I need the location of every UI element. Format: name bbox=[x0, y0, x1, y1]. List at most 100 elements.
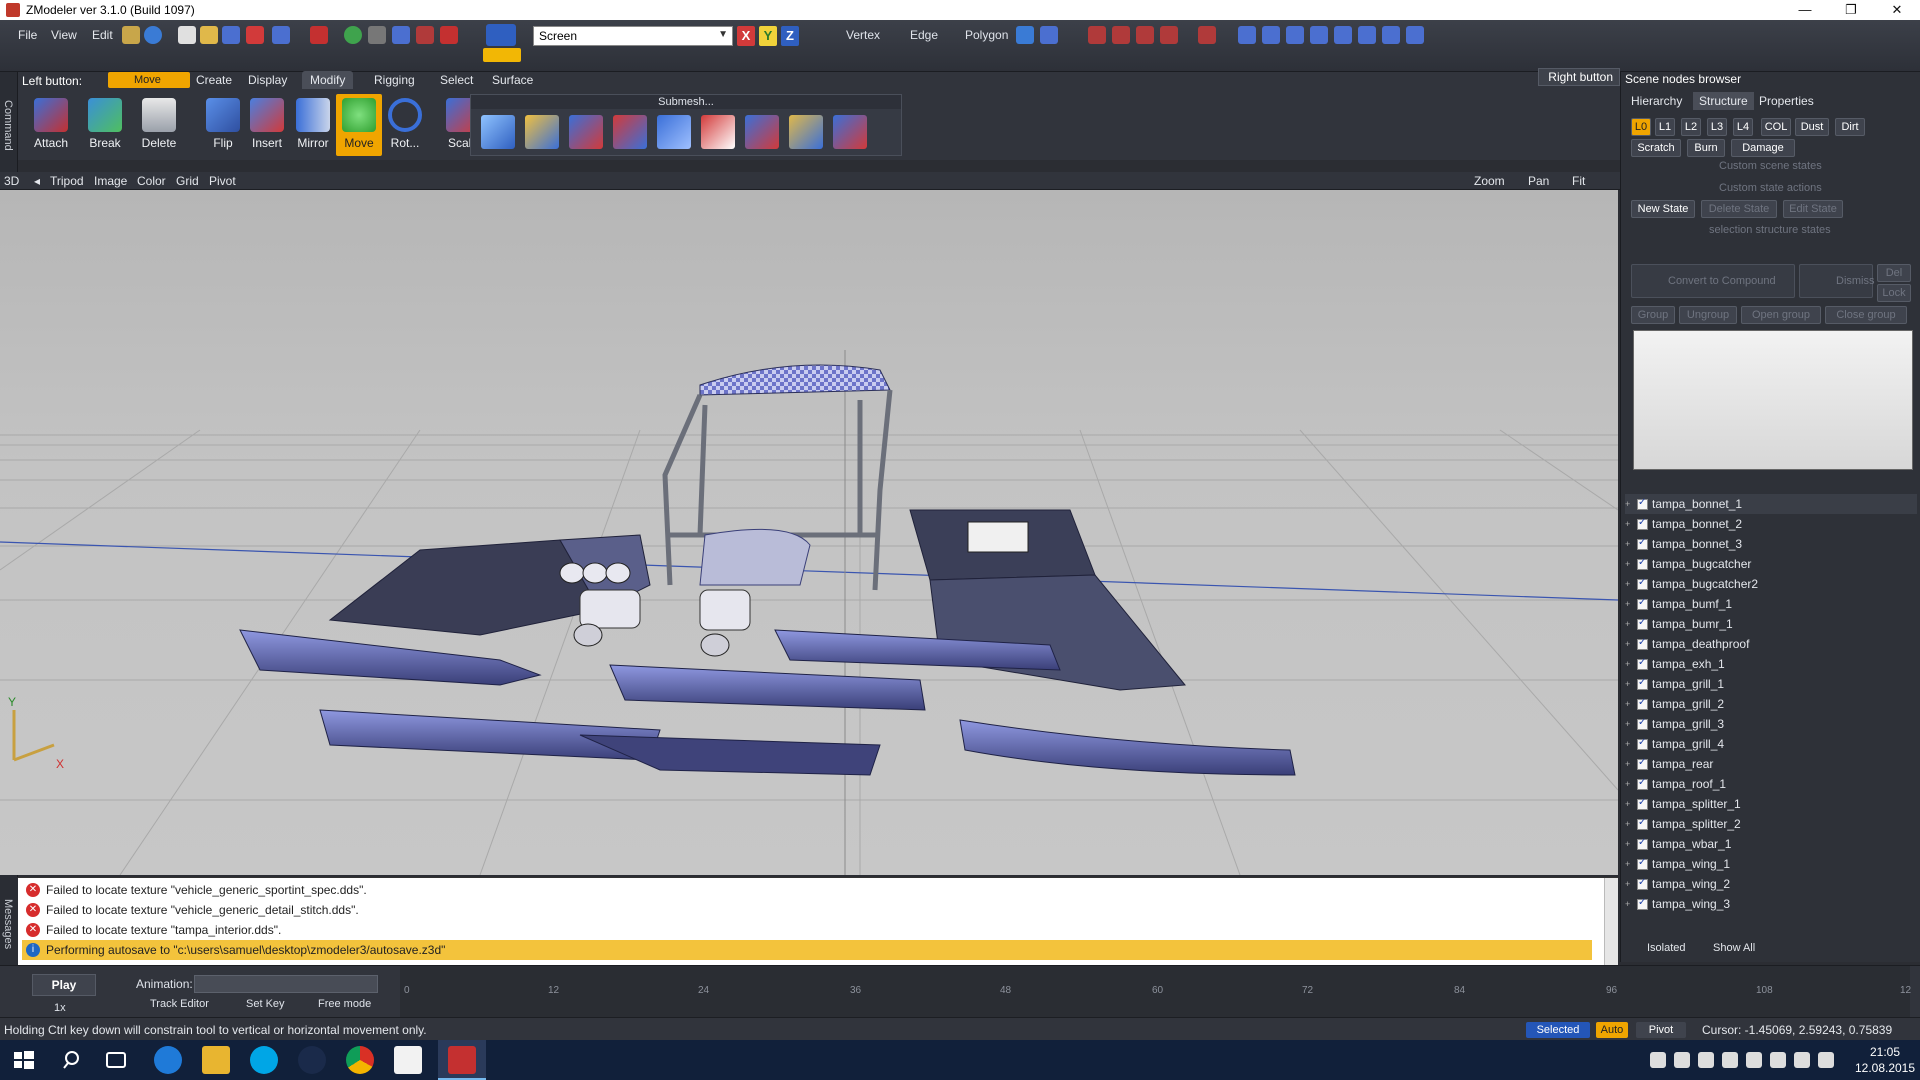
expand-icon[interactable]: + bbox=[1625, 599, 1635, 609]
tray-icon[interactable] bbox=[1722, 1052, 1738, 1068]
deselect-icon[interactable] bbox=[1198, 26, 1216, 44]
submesh-cube-icon[interactable] bbox=[481, 115, 515, 149]
submesh-split-icon[interactable] bbox=[569, 115, 603, 149]
submesh-grid-icon[interactable] bbox=[833, 115, 867, 149]
tool-icon-5[interactable] bbox=[1334, 26, 1352, 44]
tab-rigging[interactable]: Rigging bbox=[366, 71, 423, 89]
expand-icon[interactable]: + bbox=[1625, 699, 1635, 709]
export-icon[interactable] bbox=[310, 26, 328, 44]
tab-create[interactable]: Create bbox=[188, 71, 240, 89]
list-item[interactable]: + tampa_bonnet_1 bbox=[1625, 494, 1917, 514]
attach-tool-button[interactable]: Attach bbox=[28, 94, 74, 156]
tab-hierarchy[interactable]: Hierarchy bbox=[1625, 92, 1688, 110]
list-item[interactable]: + tampa_bumf_1 bbox=[1625, 594, 1917, 614]
tray-icon[interactable] bbox=[1698, 1052, 1714, 1068]
menu-view[interactable]: View bbox=[51, 28, 77, 42]
expand-icon[interactable]: + bbox=[1625, 819, 1635, 829]
viewport-color[interactable]: Color bbox=[137, 174, 166, 188]
visibility-checkbox[interactable] bbox=[1637, 657, 1648, 670]
tab-properties[interactable]: Properties bbox=[1753, 92, 1820, 110]
undo-icon[interactable] bbox=[392, 26, 410, 44]
volume-icon[interactable] bbox=[1770, 1052, 1786, 1068]
save-icon[interactable] bbox=[222, 26, 240, 44]
lod-l4-button[interactable]: L4 bbox=[1733, 118, 1753, 136]
tool-icon-1[interactable] bbox=[1238, 26, 1256, 44]
refresh-icon[interactable] bbox=[344, 26, 362, 44]
notepad-icon[interactable] bbox=[394, 1046, 422, 1074]
restore-button[interactable]: ❐ bbox=[1828, 0, 1874, 20]
visibility-checkbox[interactable] bbox=[1637, 597, 1648, 610]
visibility-checkbox[interactable] bbox=[1637, 557, 1648, 570]
notifications-icon[interactable] bbox=[1818, 1052, 1834, 1068]
delete-tool-button[interactable]: Delete bbox=[136, 94, 182, 156]
visibility-checkbox[interactable] bbox=[1637, 817, 1648, 830]
convert-to-compound-button[interactable]: Convert to Compound bbox=[1631, 264, 1795, 298]
flip-tool-button[interactable]: Flip bbox=[200, 94, 246, 156]
coordinate-space-select[interactable]: Screen ▼ bbox=[533, 26, 733, 46]
list-item[interactable]: + tampa_bumr_1 bbox=[1625, 614, 1917, 634]
set-key-button[interactable]: Set Key bbox=[246, 998, 285, 1010]
lod-l2-button[interactable]: L2 bbox=[1681, 118, 1701, 136]
message-row[interactable]: i Performing autosave to "c:\users\samuel… bbox=[22, 940, 1592, 960]
expand-icon[interactable]: + bbox=[1625, 899, 1635, 909]
vertex-mode-button[interactable]: Vertex bbox=[846, 28, 880, 42]
list-item[interactable]: + tampa_roof_1 bbox=[1625, 774, 1917, 794]
expand-icon[interactable]: + bbox=[1625, 539, 1635, 549]
visibility-checkbox[interactable] bbox=[1637, 737, 1648, 750]
axis-z-toggle[interactable]: Z bbox=[781, 26, 799, 46]
tray-icon[interactable] bbox=[1650, 1052, 1666, 1068]
tool-icon-8[interactable] bbox=[1406, 26, 1424, 44]
edit-state-button[interactable]: Edit State bbox=[1783, 200, 1843, 218]
help-icon[interactable] bbox=[144, 26, 162, 44]
rect-select-icon[interactable] bbox=[1112, 26, 1130, 44]
expand-icon[interactable]: + bbox=[1625, 759, 1635, 769]
zmodeler-app-icon[interactable] bbox=[448, 1046, 476, 1074]
visibility-checkbox[interactable] bbox=[1637, 517, 1648, 530]
fit-button[interactable]: Fit bbox=[1572, 174, 1585, 188]
burn-button[interactable]: Burn bbox=[1687, 139, 1725, 157]
tab-modify[interactable]: Modify bbox=[302, 71, 354, 89]
break-tool-button[interactable]: Break bbox=[82, 94, 128, 156]
chrome-icon[interactable] bbox=[346, 1046, 374, 1074]
3d-viewport[interactable]: Y X bbox=[0, 190, 1618, 875]
expand-icon[interactable]: + bbox=[1625, 519, 1635, 529]
tab-surface[interactable]: Surface bbox=[484, 71, 541, 89]
visibility-checkbox[interactable] bbox=[1637, 757, 1648, 770]
tool-icon-6[interactable] bbox=[1358, 26, 1376, 44]
edge-browser-icon[interactable] bbox=[154, 1046, 182, 1074]
message-row[interactable]: ✕ Failed to locate texture "vehicle_gener… bbox=[26, 900, 359, 920]
list-item[interactable]: + tampa_bugcatcher bbox=[1625, 554, 1917, 574]
open-folder-icon[interactable] bbox=[200, 26, 218, 44]
mirror-tool-button[interactable]: Mirror bbox=[290, 94, 336, 156]
zoom-button[interactable]: Zoom bbox=[1474, 174, 1505, 188]
lock-button[interactable]: Lock bbox=[1877, 284, 1911, 302]
circle-select-icon[interactable] bbox=[1136, 26, 1154, 44]
tool-icon-4[interactable] bbox=[1310, 26, 1328, 44]
network-icon[interactable] bbox=[1746, 1052, 1762, 1068]
settings-icon[interactable] bbox=[122, 26, 140, 44]
expand-icon[interactable]: + bbox=[1625, 619, 1635, 629]
dismiss-button[interactable]: Dismiss bbox=[1799, 264, 1875, 298]
tab-structure[interactable]: Structure bbox=[1693, 92, 1754, 110]
expand-icon[interactable]: + bbox=[1625, 639, 1635, 649]
submesh-extrude-icon[interactable] bbox=[657, 115, 691, 149]
visibility-checkbox[interactable] bbox=[1637, 497, 1648, 510]
free-mode-button[interactable]: Free mode bbox=[318, 998, 371, 1010]
search-icon[interactable] bbox=[58, 1046, 86, 1074]
lod-l3-button[interactable]: L3 bbox=[1707, 118, 1727, 136]
auto-badge[interactable]: Auto bbox=[1596, 1022, 1628, 1038]
minimize-button[interactable]: — bbox=[1782, 0, 1828, 20]
visibility-checkbox[interactable] bbox=[1637, 617, 1648, 630]
axis-x-toggle[interactable]: X bbox=[737, 26, 755, 46]
list-item[interactable]: + tampa_wing_1 bbox=[1625, 854, 1917, 874]
speed-select[interactable]: 1x bbox=[54, 1002, 66, 1014]
selected-badge[interactable]: Selected bbox=[1526, 1022, 1590, 1038]
command-label[interactable]: Command bbox=[2, 100, 14, 151]
lod-l0-button[interactable]: L0 bbox=[1631, 118, 1651, 136]
group-button[interactable]: Group bbox=[1631, 306, 1675, 324]
list-item[interactable]: + tampa_wbar_1 bbox=[1625, 834, 1917, 854]
taskbar-clock[interactable]: 21:05 12.08.2015 bbox=[1852, 1044, 1918, 1076]
expand-icon[interactable]: + bbox=[1625, 559, 1635, 569]
list-item[interactable]: + tampa_rear bbox=[1625, 754, 1917, 774]
tool-icon-7[interactable] bbox=[1382, 26, 1400, 44]
